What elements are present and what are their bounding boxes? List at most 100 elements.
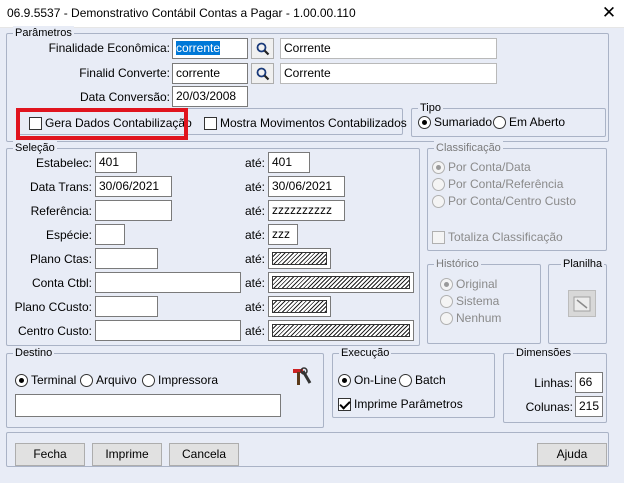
por-conta-referencia-radio[interactable]: Por Conta/Referência	[432, 177, 563, 191]
terminal-label: Terminal	[31, 373, 77, 387]
mostra-movimentos-check[interactable]	[204, 116, 217, 130]
on-line-dot[interactable]	[338, 373, 351, 387]
original-radio[interactable]: Original	[440, 277, 497, 291]
tools-icon	[293, 367, 312, 385]
close-icon[interactable]: ✕	[594, 0, 624, 28]
nenhum-dot[interactable]	[440, 311, 453, 325]
finalidade-input[interactable]: corrente	[172, 38, 248, 59]
linhas-input[interactable]: 66	[575, 372, 603, 393]
impressora-radio[interactable]: Impressora	[142, 373, 218, 387]
title-bar: 06.9.5537 - Demonstrativo Contábil Conta…	[0, 0, 624, 28]
especie-from-input[interactable]	[95, 224, 125, 245]
centro-custo-from-input[interactable]	[95, 320, 241, 341]
selecao-legend: Seleção	[13, 141, 57, 155]
impressora-dot[interactable]	[142, 373, 155, 387]
especie-label: Espécie:	[45, 228, 92, 242]
sumariado-radio-dot[interactable]	[418, 115, 431, 129]
arquivo-dot[interactable]	[80, 373, 93, 387]
ate-label: até:	[245, 324, 266, 338]
ate-label: até:	[245, 180, 266, 194]
em-aberto-radio[interactable]: Em Aberto	[493, 115, 565, 129]
por-conta-centro-custo-label: Por Conta/Centro Custo	[448, 194, 577, 208]
ajuda-button[interactable]: Ajuda	[537, 443, 607, 466]
finalidade-search-button[interactable]	[251, 38, 274, 59]
arquivo-radio[interactable]: Arquivo	[80, 373, 137, 387]
por-conta-centro-custo-dot[interactable]	[432, 194, 445, 208]
sistema-radio[interactable]: Sistema	[440, 294, 499, 308]
totaliza-classificacao-checkbox[interactable]: Totaliza Classificação	[432, 230, 563, 244]
terminal-radio[interactable]: Terminal	[15, 373, 76, 387]
em-aberto-radio-dot[interactable]	[493, 115, 506, 129]
fecha-button[interactable]: Fecha	[15, 443, 85, 466]
centro-custo-label: Centro Custo:	[17, 324, 92, 338]
original-dot[interactable]	[440, 277, 453, 291]
conta-ctbl-to-input[interactable]	[268, 272, 414, 293]
sumariado-label: Sumariado	[434, 115, 493, 129]
spreadsheet-icon	[573, 296, 591, 311]
original-label: Original	[456, 277, 498, 291]
por-conta-data-radio[interactable]: Por Conta/Data	[432, 160, 531, 174]
referencia-from-input[interactable]	[95, 200, 172, 221]
conta-ctbl-from-input[interactable]	[95, 272, 241, 293]
ate-label: até:	[245, 252, 266, 266]
finalidade-description: Corrente	[280, 38, 497, 59]
arquivo-label: Arquivo	[96, 373, 137, 387]
plano-ctas-to-input[interactable]	[268, 248, 331, 269]
magnifier-icon	[256, 42, 269, 55]
plano-ctas-from-input[interactable]	[95, 248, 158, 269]
centro-custo-to-input[interactable]	[268, 320, 414, 341]
planilha-legend: Planilha	[561, 257, 605, 271]
spreadsheet-button[interactable]	[568, 290, 596, 317]
plano-ccusto-to-input[interactable]	[268, 296, 331, 317]
por-conta-referencia-dot[interactable]	[432, 177, 445, 191]
finalid-converte-label: Finalid Converte:	[79, 66, 170, 80]
highlight-annotation	[16, 108, 188, 140]
plano-ctas-label: Plano Ctas:	[29, 252, 92, 266]
ate-label: até:	[245, 300, 266, 314]
data-conversao-label: Data Conversão:	[79, 90, 170, 104]
plano-ccusto-label: Plano CCusto:	[14, 300, 92, 314]
finalidade-label: Finalidade Econômica:	[48, 41, 170, 55]
nenhum-label: Nenhum	[456, 311, 502, 325]
mostra-movimentos-label: Mostra Movimentos Contabilizados	[220, 116, 407, 130]
hatch-fill	[272, 276, 410, 289]
por-conta-data-dot[interactable]	[432, 160, 445, 174]
finalid-converte-search-button[interactable]	[251, 63, 274, 84]
destino-path-input[interactable]	[15, 394, 281, 417]
especie-to-input[interactable]: zzz	[268, 224, 298, 245]
data-trans-from-input[interactable]: 30/06/2021	[95, 176, 172, 197]
estabelec-label: Estabelec:	[35, 156, 92, 170]
finalid-converte-input[interactable]: corrente	[172, 63, 248, 84]
batch-radio[interactable]: Batch	[399, 373, 446, 387]
batch-label: Batch	[415, 373, 446, 387]
impressora-label: Impressora	[158, 373, 219, 387]
mostra-movimentos-checkbox[interactable]: Mostra Movimentos Contabilizados	[204, 116, 407, 130]
referencia-to-input[interactable]: zzzzzzzzzz	[268, 200, 345, 221]
conta-ctbl-label: Conta Ctbl:	[31, 276, 92, 290]
sistema-dot[interactable]	[440, 294, 453, 308]
estabelec-from-input[interactable]: 401	[95, 152, 137, 173]
terminal-dot[interactable]	[15, 373, 28, 387]
nenhum-radio[interactable]: Nenhum	[440, 311, 501, 325]
imprime-parametros-label: Imprime Parâmetros	[354, 397, 463, 411]
plano-ccusto-from-input[interactable]	[95, 296, 158, 317]
data-conversao-input[interactable]: 20/03/2008	[172, 86, 248, 107]
por-conta-centro-custo-radio[interactable]: Por Conta/Centro Custo	[432, 194, 576, 208]
imprime-parametros-checkbox[interactable]: Imprime Parâmetros	[338, 397, 463, 411]
on-line-radio[interactable]: On-Line	[338, 373, 397, 387]
estabelec-to-input[interactable]: 401	[268, 152, 310, 173]
parametros-legend: Parâmetros	[13, 26, 74, 40]
cancela-button[interactable]: Cancela	[169, 443, 239, 466]
execucao-legend: Execução	[339, 346, 392, 360]
configure-output-button[interactable]	[289, 365, 315, 389]
imprime-parametros-check[interactable]	[338, 397, 351, 411]
totaliza-check[interactable]	[432, 230, 445, 244]
imprime-button[interactable]: Imprime	[92, 443, 162, 466]
ate-label: até:	[245, 228, 266, 242]
colunas-input[interactable]: 215	[575, 396, 603, 417]
selecao-group: Seleção	[6, 141, 420, 346]
batch-dot[interactable]	[399, 373, 412, 387]
sumariado-radio[interactable]: Sumariado	[418, 115, 492, 129]
data-trans-to-input[interactable]: 30/06/2021	[268, 176, 345, 197]
classificacao-legend: Classificação	[434, 141, 503, 155]
